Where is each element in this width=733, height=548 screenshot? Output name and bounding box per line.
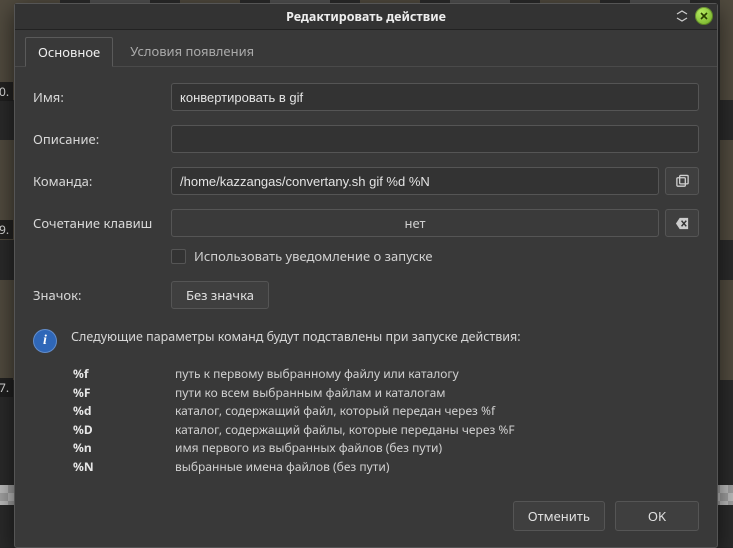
param-desc: имя первого из выбранных файлов (без пут… xyxy=(175,439,442,458)
param-desc: каталог, содержащий файлы, которые перед… xyxy=(175,421,515,440)
param-key: %F xyxy=(73,384,145,403)
ok-button[interactable]: OK xyxy=(615,501,699,531)
tab-bar: Основное Условия появления xyxy=(15,30,717,67)
param-desc: пути ко всем выбранным файлам и каталога… xyxy=(175,384,445,403)
name-input[interactable] xyxy=(171,83,699,111)
close-icon[interactable] xyxy=(695,7,713,25)
startup-notify-checkbox[interactable] xyxy=(171,249,186,264)
startup-notify-label: Использовать уведомление о запуске xyxy=(194,247,433,265)
tab-conditions[interactable]: Условия появления xyxy=(117,36,267,66)
shortcut-field[interactable]: нет xyxy=(171,209,659,237)
edit-action-dialog: Редактировать действие Основное Условия … xyxy=(14,3,718,548)
cancel-button[interactable]: Отменить xyxy=(513,501,605,531)
param-key: %f xyxy=(73,365,145,384)
param-desc: каталог, содержащий файл, который переда… xyxy=(175,402,495,421)
label-description: Описание: xyxy=(33,130,171,148)
label-shortcut: Сочетание клавиш xyxy=(33,214,171,232)
label-name: Имя: xyxy=(33,88,171,106)
params-table: %f путь к первому выбранному файлу или ка… xyxy=(73,365,699,477)
param-desc: путь к первому выбранному файлу или ката… xyxy=(175,365,459,384)
titlebar: Редактировать действие xyxy=(15,4,717,30)
dialog-title: Редактировать действие xyxy=(286,8,446,25)
param-desc: выбранные имена файлов (без пути) xyxy=(175,458,389,477)
description-input[interactable] xyxy=(171,125,699,153)
label-icon: Значок: xyxy=(33,286,171,304)
bg-label: 9. xyxy=(0,220,13,239)
label-command: Команда: xyxy=(33,172,171,190)
param-key: %D xyxy=(73,421,145,440)
param-key: %n xyxy=(73,439,145,458)
bg-label: 0. xyxy=(0,82,13,101)
info-heading: Следующие параметры команд будут подстав… xyxy=(71,327,521,353)
maximize-icon[interactable] xyxy=(673,7,691,25)
browse-command-button[interactable] xyxy=(665,167,699,195)
info-icon: i xyxy=(33,329,57,353)
clear-shortcut-button[interactable] xyxy=(665,209,699,237)
tab-basic[interactable]: Основное xyxy=(25,37,113,67)
command-input[interactable] xyxy=(171,167,659,195)
param-key: %N xyxy=(73,458,145,477)
param-key: %d xyxy=(73,402,145,421)
icon-picker-button[interactable]: Без значка xyxy=(171,281,269,309)
bg-label: 7. xyxy=(0,378,13,397)
